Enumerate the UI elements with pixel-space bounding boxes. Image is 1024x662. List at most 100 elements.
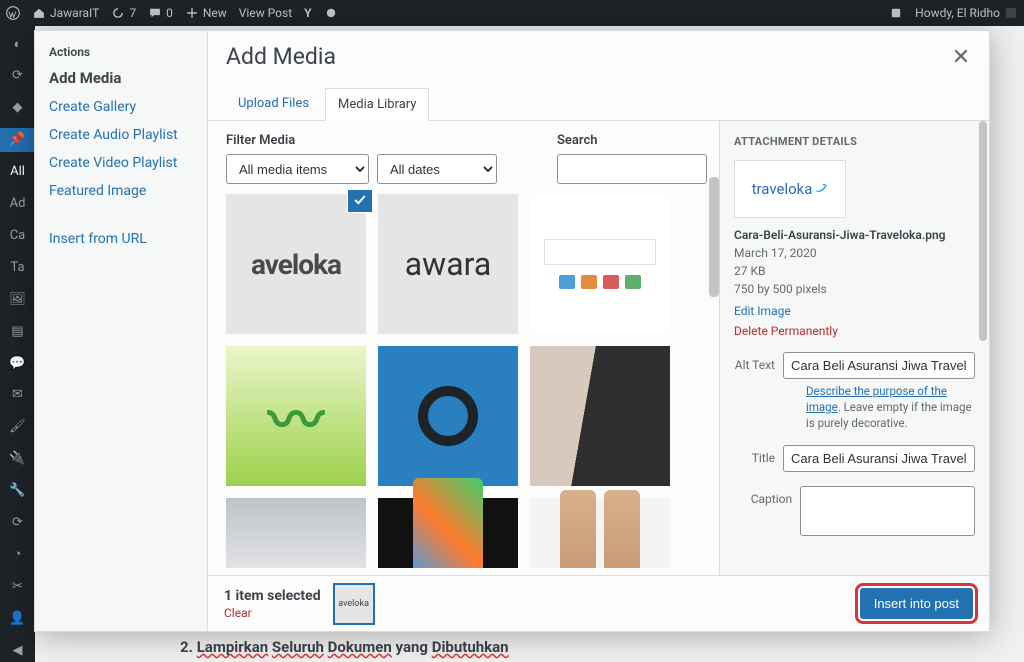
- close-icon: ✕: [952, 45, 970, 70]
- contact-icon[interactable]: ✉: [0, 383, 35, 407]
- alt-text-help: Describe the purpose of the image. Leave…: [806, 383, 975, 431]
- add-media-modal: Actions Add Media Create Gallery Create …: [34, 30, 990, 632]
- sub-tag[interactable]: Ta: [0, 255, 35, 279]
- details-scroll-handle[interactable]: [979, 121, 987, 341]
- tab-media-library[interactable]: Media Library: [325, 88, 429, 121]
- share-icon[interactable]: ✂: [0, 574, 35, 598]
- w4: Dibutuhkan: [432, 638, 509, 656]
- plugin-icon[interactable]: [324, 6, 338, 20]
- site-name[interactable]: JawaraIT: [32, 6, 99, 20]
- wp-admin-sidebar: ◐ ⟳ ◆ 📌 All Ad Ca Ta 🖼 ▤ 💬 ✉ 🖌 🔌 🔧 ⟳ ◔ ✂…: [0, 26, 35, 662]
- selected-thumbnail[interactable]: aveloka: [333, 583, 375, 625]
- comments-indicator[interactable]: 0: [148, 6, 173, 20]
- list-number: 2.: [180, 638, 197, 656]
- tab-upload-files[interactable]: Upload Files: [226, 88, 321, 120]
- w1: Lampirkan: [197, 638, 268, 656]
- alt-text-input[interactable]: [783, 352, 975, 379]
- updates-indicator[interactable]: 7: [111, 6, 136, 20]
- filter-type-select[interactable]: All media items: [226, 154, 369, 184]
- attachment-date: March 17, 2020: [734, 244, 975, 262]
- action-featured-image[interactable]: Featured Image: [49, 183, 193, 199]
- w3: Dokumen: [328, 638, 392, 656]
- action-create-audio-playlist[interactable]: Create Audio Playlist: [49, 127, 193, 143]
- modal-header: Add Media ✕: [208, 31, 989, 88]
- seo-icon[interactable]: ◔: [0, 543, 35, 567]
- yoast-icon[interactable]: Y: [304, 6, 311, 20]
- grid-scroll-handle[interactable]: [709, 177, 719, 297]
- media-item-8[interactable]: [378, 498, 518, 568]
- media-item-7[interactable]: [226, 498, 366, 568]
- action-create-gallery[interactable]: Create Gallery: [49, 99, 193, 115]
- title-field-input[interactable]: [783, 445, 975, 472]
- selected-check-icon: [348, 190, 372, 212]
- users-icon[interactable]: 👤: [0, 606, 35, 630]
- pages-icon[interactable]: ▤: [0, 319, 35, 343]
- plugins-icon[interactable]: 🔌: [0, 447, 35, 471]
- alt-text-label: Alt Text: [734, 352, 775, 372]
- settings-icon[interactable]: ⟳: [0, 511, 35, 535]
- media-item-9[interactable]: [530, 498, 670, 568]
- filter-media-label: Filter Media: [226, 133, 497, 148]
- media-icon[interactable]: 🖼: [0, 287, 35, 311]
- wp-logo[interactable]: [6, 6, 20, 20]
- media-grid: aveloka awara: [226, 190, 707, 568]
- howdy-user[interactable]: Howdy, El Ridho: [915, 6, 1018, 20]
- search-label: Search: [557, 133, 707, 148]
- site-name-label: JawaraIT: [50, 6, 99, 20]
- comments-icon[interactable]: 💬: [0, 351, 35, 375]
- sub-all[interactable]: All: [0, 160, 35, 184]
- attachment-details-heading: ATTACHMENT DETAILS: [734, 135, 975, 148]
- filter-date-select[interactable]: All dates: [377, 154, 497, 184]
- jetpack-icon[interactable]: ◆: [0, 96, 35, 120]
- wp-admin-bar: JawaraIT 7 0 New View Post Y Howdy, El R…: [0, 0, 1024, 26]
- view-post-label: View Post: [239, 6, 292, 20]
- insert-into-post-button[interactable]: Insert into post: [860, 588, 973, 619]
- editor-content-peek: 2. Lampirkan Seluruh Dokumen yang Dibutu…: [180, 638, 509, 656]
- media-item-6[interactable]: [530, 346, 670, 486]
- updates-icon[interactable]: ⟳: [0, 64, 35, 88]
- clear-selection[interactable]: Clear: [224, 606, 321, 620]
- media-item-1[interactable]: aveloka: [226, 194, 366, 334]
- collapse-icon[interactable]: ◀: [0, 638, 35, 662]
- media-item-5[interactable]: [378, 346, 518, 486]
- title-field-label: Title: [734, 445, 775, 465]
- media-item-2[interactable]: awara: [378, 194, 518, 334]
- dashboard-icon[interactable]: ◐: [0, 32, 35, 56]
- search-input[interactable]: [557, 154, 707, 184]
- grid-scrollbar[interactable]: [709, 177, 719, 575]
- comments-count: 0: [166, 6, 173, 20]
- tools-icon[interactable]: 🔧: [0, 479, 35, 503]
- media-tabs: Upload Files Media Library: [208, 88, 989, 121]
- new-label: New: [203, 6, 227, 20]
- notification-icon[interactable]: [889, 6, 903, 20]
- media-library-area: Filter Media All media items All dates: [208, 121, 719, 575]
- modal-title: Add Media: [226, 43, 971, 70]
- media-item-4[interactable]: 〰: [226, 346, 366, 486]
- modal-footer: 1 item selected Clear aveloka Insert int…: [208, 575, 989, 631]
- view-post[interactable]: View Post: [239, 6, 292, 20]
- action-add-media[interactable]: Add Media: [49, 69, 193, 87]
- action-insert-from-url[interactable]: Insert from URL: [49, 231, 193, 247]
- appearance-icon[interactable]: 🖌: [0, 415, 35, 439]
- new-content[interactable]: New: [185, 6, 227, 20]
- modal-actions-sidebar: Actions Add Media Create Gallery Create …: [35, 31, 208, 631]
- sub-add[interactable]: Ad: [0, 192, 35, 216]
- caption-input[interactable]: [800, 486, 975, 536]
- preview-text: traveloka: [752, 180, 813, 198]
- edit-image-link[interactable]: Edit Image: [734, 304, 791, 318]
- attachment-size: 27 KB: [734, 262, 975, 280]
- sub-cat[interactable]: Ca: [0, 223, 35, 247]
- details-scrollbar[interactable]: [979, 121, 987, 575]
- action-create-video-playlist[interactable]: Create Video Playlist: [49, 155, 193, 171]
- attachment-details-panel: ATTACHMENT DETAILS traveloka Cara-Beli-A…: [719, 121, 989, 575]
- delete-permanently-link[interactable]: Delete Permanently: [734, 324, 838, 338]
- bird-icon: [814, 182, 828, 196]
- updates-count: 7: [129, 6, 136, 20]
- w2: Seluruh: [272, 638, 324, 656]
- posts-icon[interactable]: 📌: [0, 128, 35, 152]
- close-button[interactable]: ✕: [941, 37, 981, 77]
- modal-main: Add Media ✕ Upload Files Media Library F…: [208, 31, 989, 631]
- attachment-dimensions: 750 by 500 pixels: [734, 280, 975, 298]
- media-item-3[interactable]: [530, 194, 670, 334]
- attachment-filename: Cara-Beli-Asuransi-Jiwa-Traveloka.png: [734, 228, 975, 242]
